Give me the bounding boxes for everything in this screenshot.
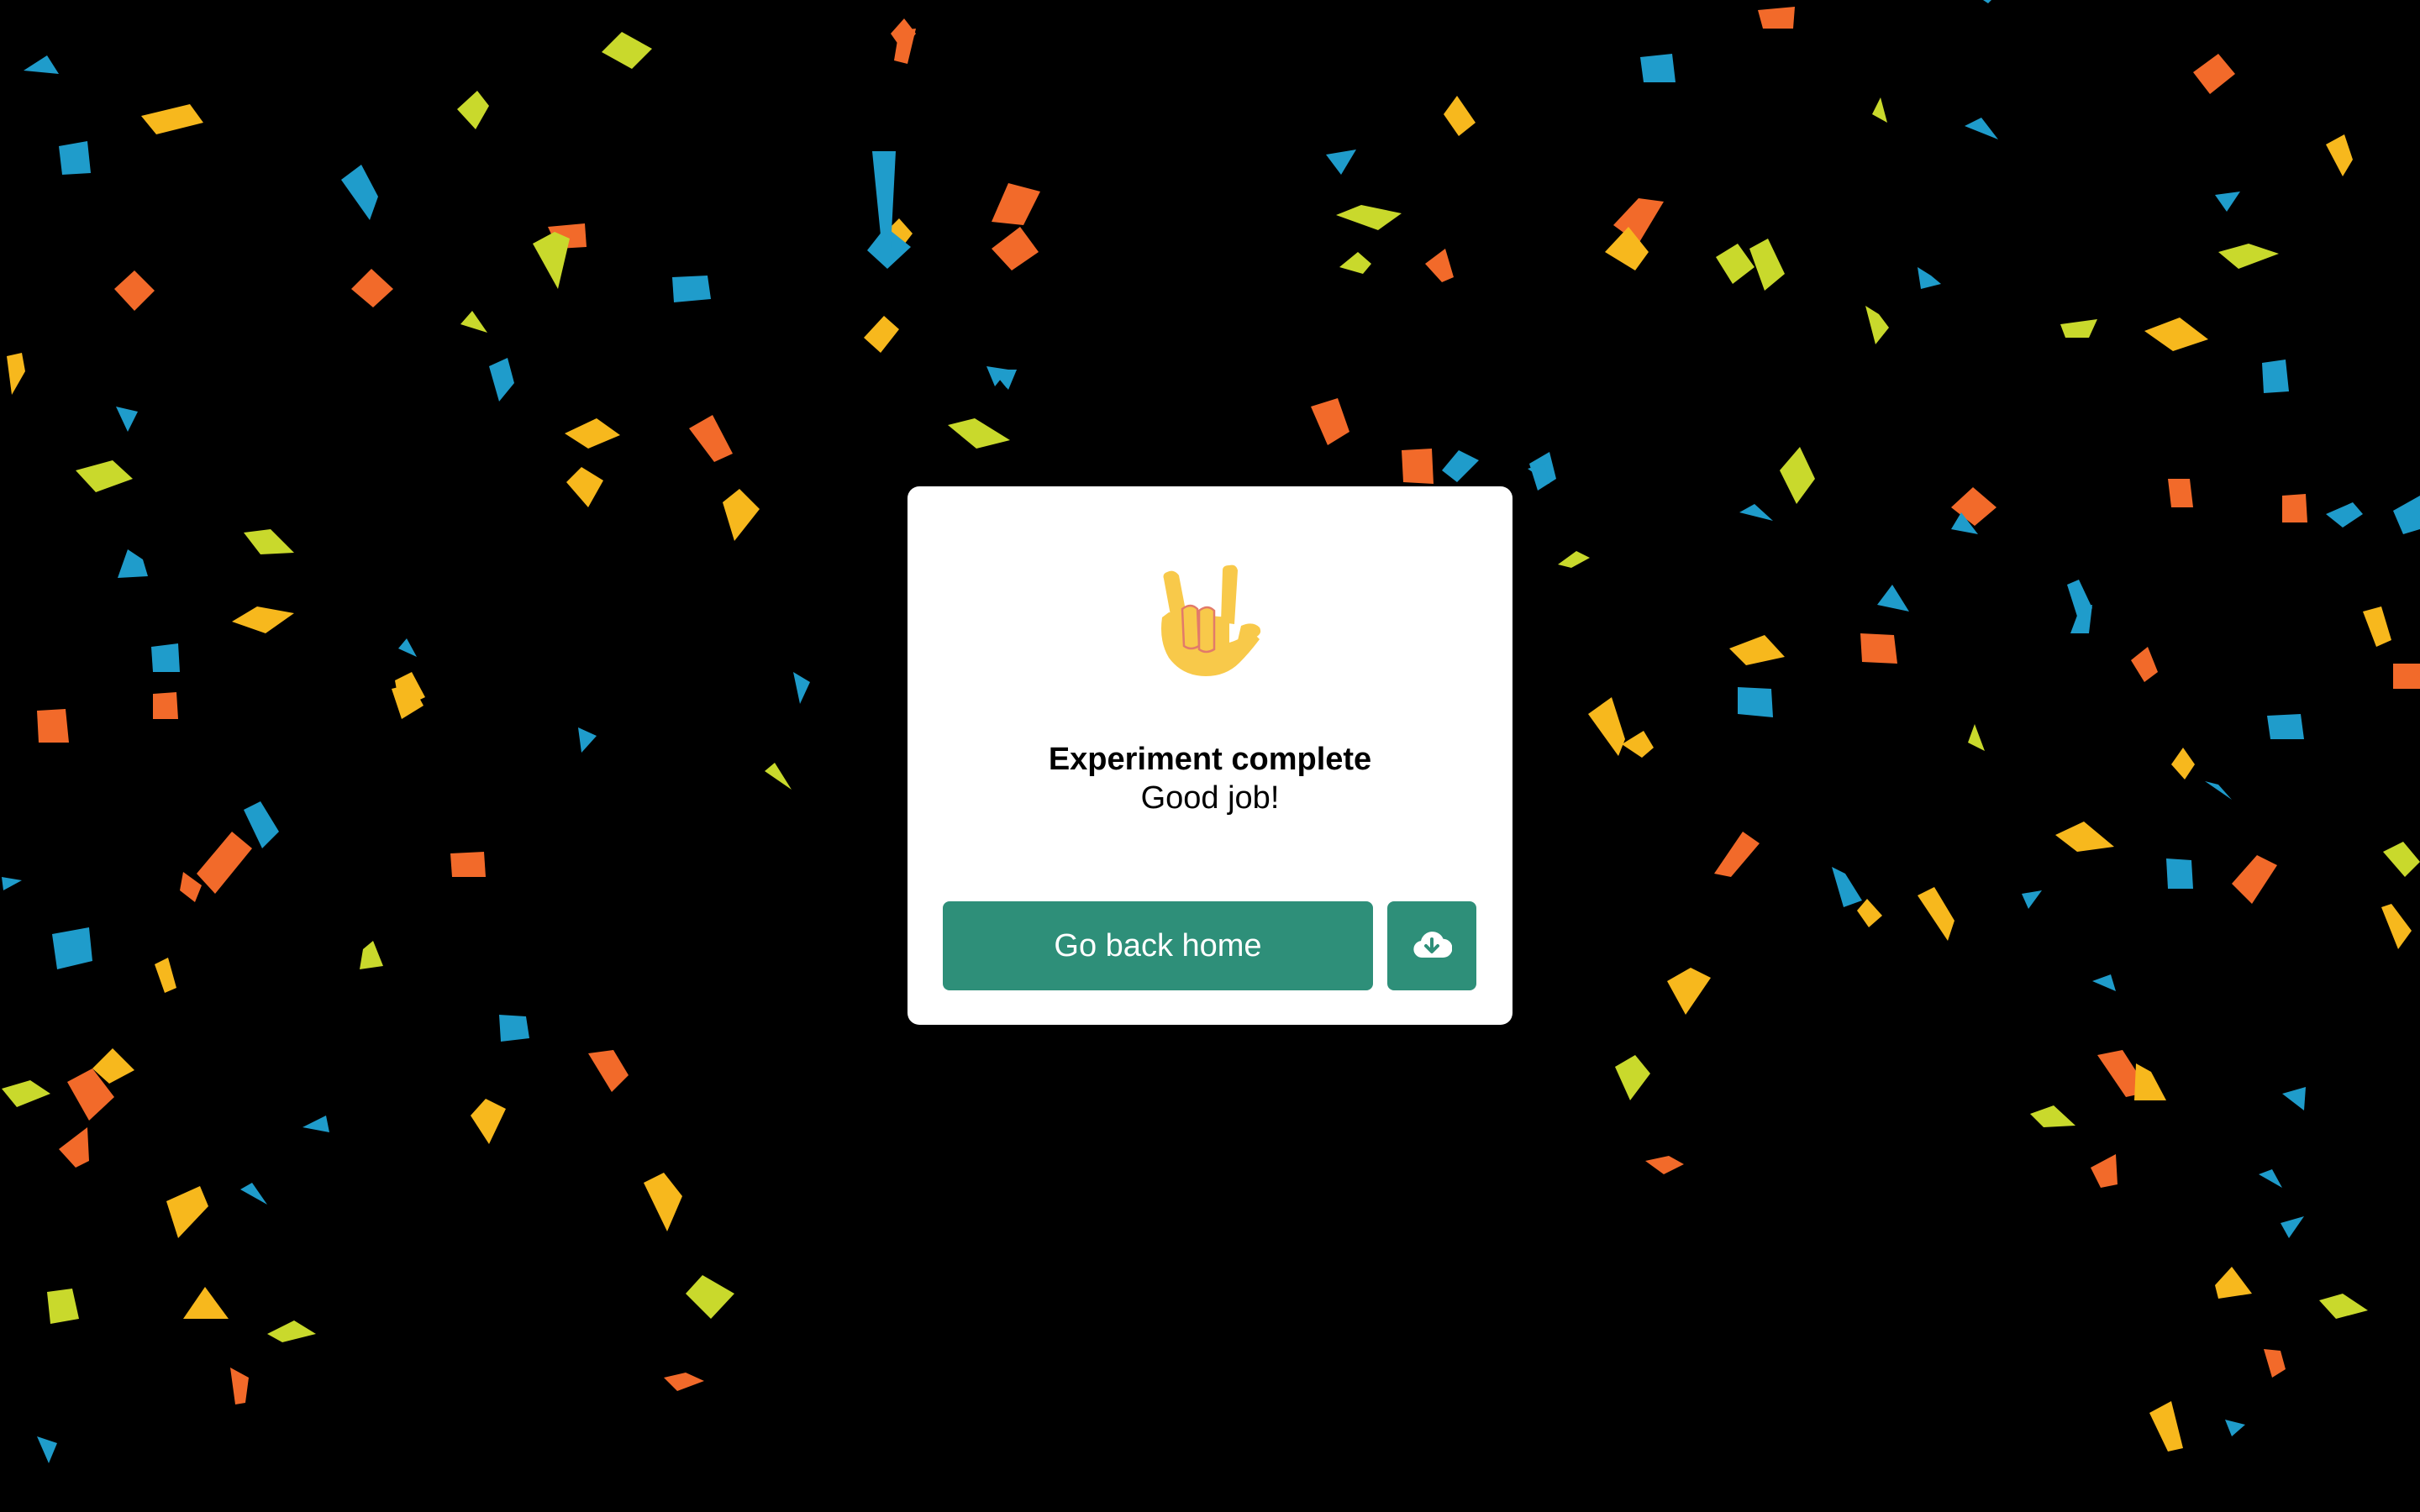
dialog-title: Experiment complete — [1048, 742, 1372, 777]
completion-dialog: Experiment complete Good job! Go back ho… — [908, 486, 1512, 1025]
go-back-home-button[interactable]: Go back home — [943, 901, 1373, 990]
download-button[interactable] — [1387, 901, 1476, 990]
love-you-gesture-icon — [1161, 564, 1261, 676]
dialog-subtitle: Good job! — [1140, 780, 1280, 816]
cloud-download-icon — [1413, 932, 1452, 958]
celebration-screen: Experiment complete Good job! Go back ho… — [0, 0, 2420, 1512]
